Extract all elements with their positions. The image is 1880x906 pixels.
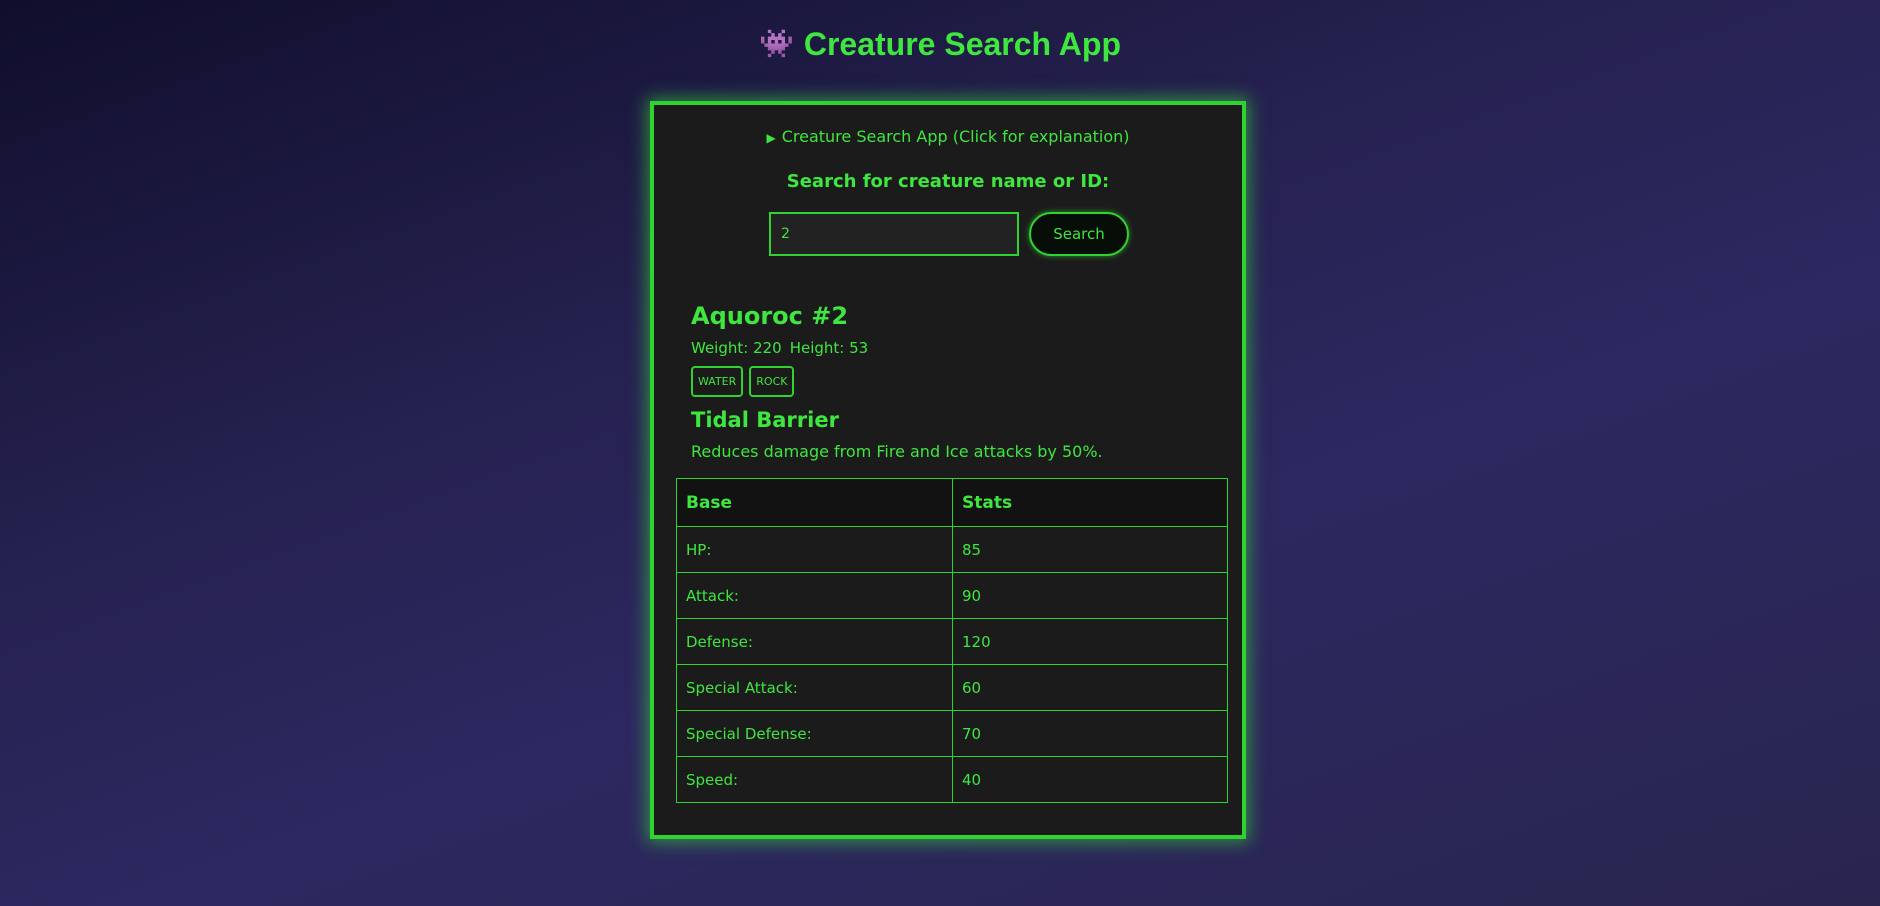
ability-description: Reduces damage from Fire and Ice attacks…: [691, 442, 1103, 461]
search-card: ▶ Creature Search App (Click for explanat…: [650, 101, 1246, 839]
app-header: 👾 Creature Search App: [0, 22, 1880, 66]
stat-label: Attack:: [676, 572, 953, 619]
explanation-toggle[interactable]: ▶ Creature Search App (Click for explanat…: [654, 127, 1242, 146]
table-row: Attack: 90: [676, 572, 1228, 619]
creature-height: Height: 53: [789, 339, 869, 357]
search-input[interactable]: [769, 212, 1019, 256]
search-label: Search for creature name or ID:: [786, 171, 1110, 192]
disclosure-triangle-icon: ▶: [766, 131, 776, 145]
stat-value: 60: [952, 664, 1228, 711]
stats-table: Base Stats HP: 85 Attack: 90 Defense: 12…: [676, 478, 1228, 803]
stat-label: Special Defense:: [676, 710, 953, 757]
table-row: Speed: 40: [676, 756, 1228, 803]
table-row: Special Attack: 60: [676, 664, 1228, 711]
column-header-stats: Stats: [952, 478, 1228, 527]
type-badges: WATER ROCK: [691, 366, 795, 397]
table-row: Defense: 120: [676, 618, 1228, 665]
type-badge: ROCK: [749, 366, 795, 397]
table-row: Special Defense: 70: [676, 710, 1228, 757]
column-header-base: Base: [676, 478, 953, 527]
stat-value: 40: [952, 756, 1228, 803]
stat-label: Special Attack:: [676, 664, 953, 711]
type-badge: WATER: [691, 366, 744, 397]
creature-weight: Weight: 220: [691, 339, 782, 357]
explanation-label: Creature Search App (Click for explanati…: [781, 127, 1130, 146]
ability-name: Tidal Barrier: [691, 408, 839, 432]
stat-label: Defense:: [676, 618, 953, 665]
creature-name: Aquoroc #2: [691, 302, 849, 330]
stat-label: Speed:: [676, 756, 953, 803]
stat-value: 85: [952, 526, 1228, 573]
stat-label: HP:: [676, 526, 953, 573]
search-button[interactable]: Search: [1029, 212, 1129, 256]
stat-value: 90: [952, 572, 1228, 619]
app-title: Creature Search App: [803, 26, 1121, 62]
stat-value: 120: [952, 618, 1228, 665]
alien-monster-icon: 👾: [758, 28, 794, 59]
stat-value: 70: [952, 710, 1228, 757]
stats-header-row: Base Stats: [676, 478, 1228, 527]
creature-measures: Weight: 220 Height: 53: [691, 339, 868, 357]
table-row: HP: 85: [676, 526, 1228, 573]
